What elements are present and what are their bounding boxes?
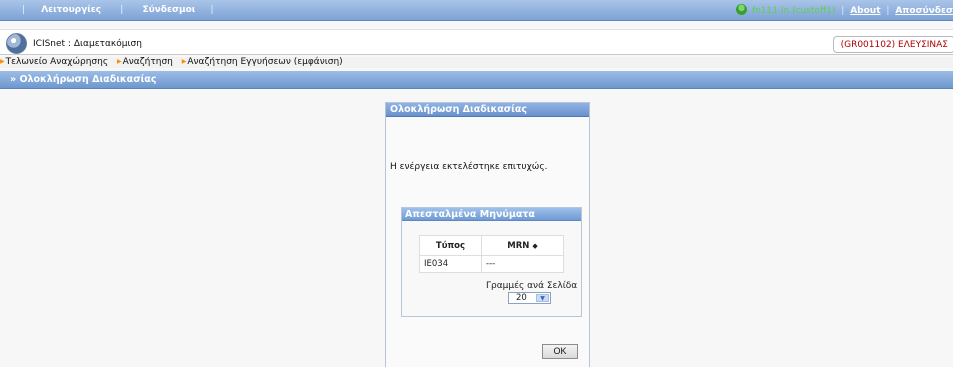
icisnet-logo-icon [6, 33, 27, 54]
menu-separator: | [120, 5, 124, 15]
menu-operations[interactable]: Λειτουργίες [41, 5, 101, 15]
breadcrumb-arrow-icon: ▶ [181, 58, 187, 65]
user-name[interactable]: fn111.In (custoff1) [752, 6, 835, 16]
mrn-column-label: MRN [507, 240, 530, 251]
success-message: Η ενέργεια εκτελέστηκε επιτυχώς. [390, 162, 548, 172]
top-separator: | [841, 6, 845, 16]
sent-messages-table: Τύπος MRN ◆ IE034 --- [419, 235, 564, 273]
page-title: » Ολοκλήρωση Διαδικασίας [10, 74, 157, 85]
top-separator: | [886, 6, 890, 16]
table-header-row: Τύπος MRN ◆ [419, 235, 564, 256]
user-area: fn111.In (custoff1) | About | Αποσύνδεσ [736, 4, 953, 16]
rows-per-page-select[interactable]: 20 ▼ [508, 292, 551, 304]
menu-separator: | [210, 5, 214, 15]
application-header: ICISnet : Διαμετακόμιση (GR001102) ΕΛΕΥΣ… [0, 29, 953, 55]
application-title: ICISnet : Διαμετακόμιση [33, 39, 142, 49]
completion-dialog: Ολοκλήρωση Διαδικασίας Η ενέργεια εκτελέ… [385, 102, 590, 367]
sort-icon[interactable]: ◆ [532, 242, 537, 250]
ok-button[interactable]: OK [542, 344, 578, 359]
breadcrumb-arrow-icon: ▶ [0, 58, 5, 65]
dialog-title: Ολοκλήρωση Διαδικασίας [386, 103, 589, 117]
table-row[interactable]: IE034 --- [419, 255, 564, 273]
user-status-icon [736, 4, 748, 15]
message-type-cell: IE034 [419, 255, 482, 273]
top-menu-bar: | Λειτουργίες | Σύνδεσμοι | fn111.In (cu… [0, 0, 953, 21]
about-link[interactable]: About [850, 6, 880, 16]
breadcrumb-search[interactable]: Αναζήτηση [123, 57, 173, 67]
breadcrumb: ▶Τελωνείο Αναχώρησης ▶Αναζήτηση ▶Αναζήτη… [0, 57, 953, 68]
type-column-header[interactable]: Τύπος [419, 235, 482, 256]
mrn-column-header[interactable]: MRN ◆ [481, 235, 564, 256]
dropdown-arrow-icon[interactable]: ▼ [536, 294, 549, 302]
sent-messages-title: Απεσταλμένα Μηνύματα [402, 208, 581, 221]
top-menu: | Λειτουργίες | Σύνδεσμοι | [22, 5, 230, 15]
rows-per-page-label: Γραμμές ανά Σελίδα [486, 281, 578, 291]
breadcrumb-arrow-icon: ▶ [117, 58, 122, 65]
customs-office-badge: (GR001102) ΕΛΕΥΣΙΝΑΣ [832, 36, 953, 53]
rows-per-page-value: 20 [516, 293, 527, 303]
page-title-bar: » Ολοκλήρωση Διαδικασίας [0, 71, 953, 89]
logout-link[interactable]: Αποσύνδεσ [895, 6, 953, 16]
menu-links[interactable]: Σύνδεσμοι [142, 5, 195, 15]
breadcrumb-guarantee-search[interactable]: Αναζήτηση Εγγυήσεων (εμφάνιση) [187, 57, 342, 67]
mrn-cell: --- [481, 255, 564, 273]
sent-messages-panel: Απεσταλμένα Μηνύματα Τύπος MRN ◆ IE034 --… [401, 207, 582, 317]
breadcrumb-departure-office[interactable]: Τελωνείο Αναχώρησης [6, 57, 109, 67]
menu-separator: | [22, 5, 26, 15]
